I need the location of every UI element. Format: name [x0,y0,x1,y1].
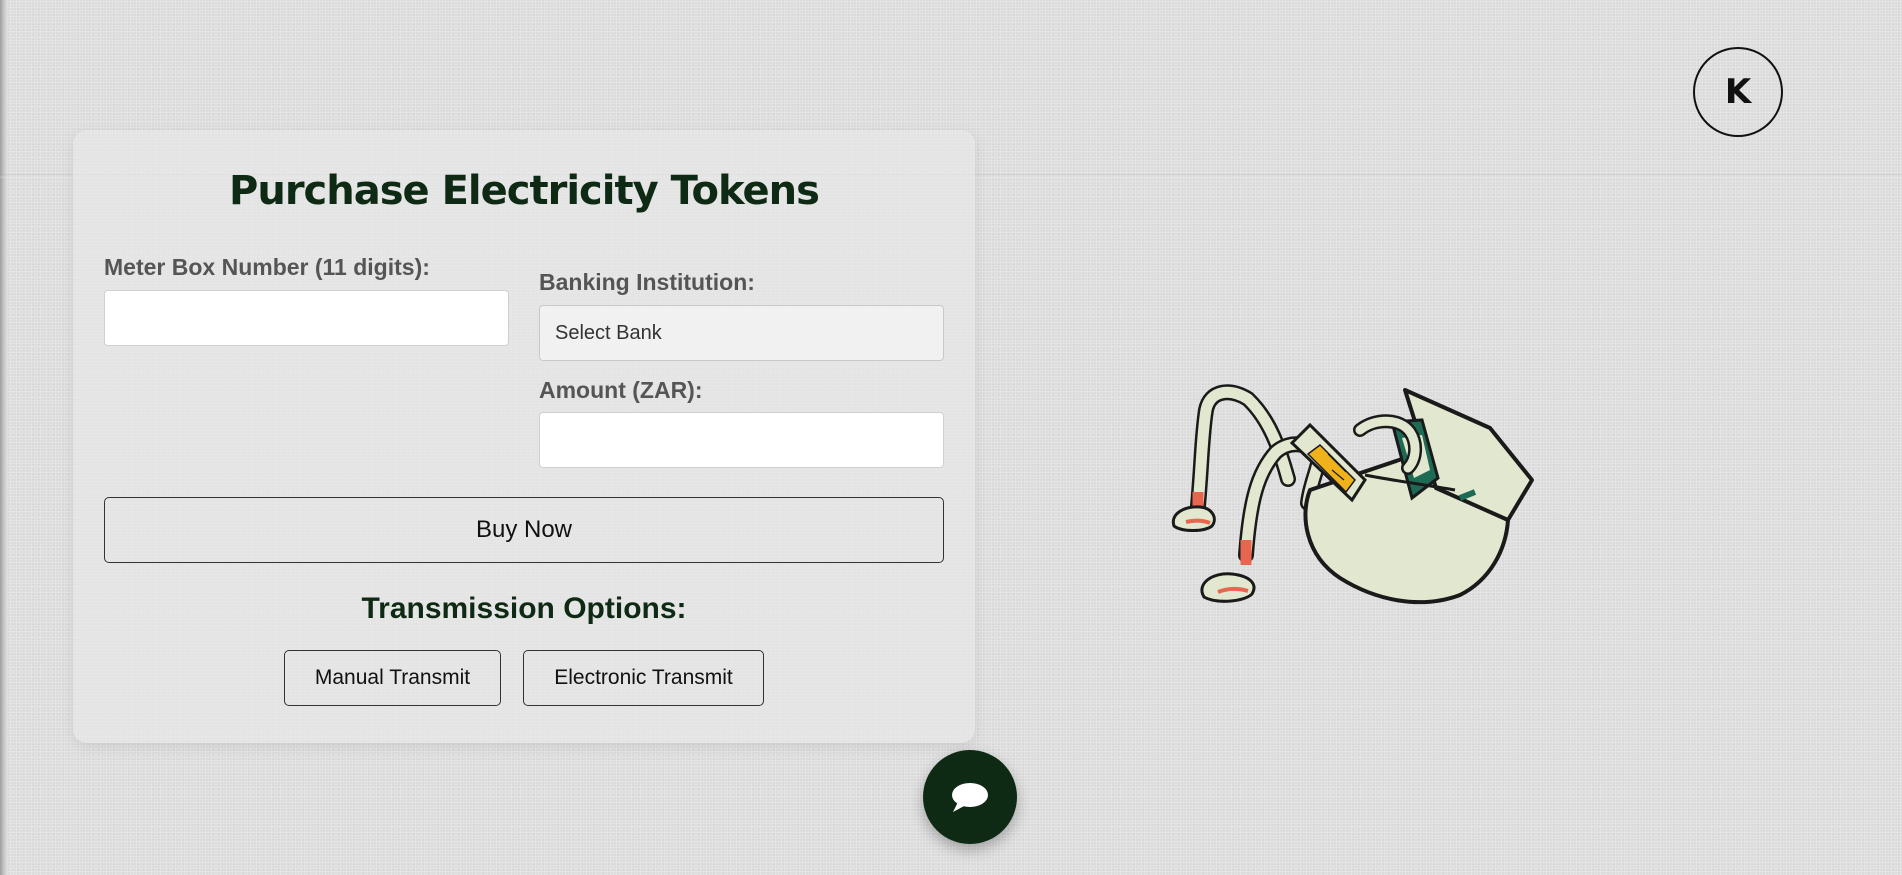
buy-now-button[interactable]: Buy Now [104,497,944,563]
bank-select-value: Select Bank [555,321,662,344]
electricity-meter-mascot-icon [1171,384,1534,605]
logo-button[interactable]: K [1693,47,1783,137]
chat-bubble-icon [952,783,988,812]
amount-label: Amount (ZAR): [539,377,703,403]
bank-label: Banking Institution: [539,269,755,295]
electronic-transmit-button[interactable]: Electronic Transmit [523,650,764,706]
logo-letter: K [1724,72,1752,112]
amount-input[interactable] [539,412,944,468]
manual-transmit-button[interactable]: Manual Transmit [284,650,501,706]
form-title: Purchase Electricity Tokens [229,168,820,214]
purchase-form-card: Purchase Electricity Tokens Meter Box Nu… [73,130,1017,844]
bank-select[interactable]: Select Bank [539,305,944,361]
meter-number-input[interactable] [104,290,509,346]
window-left-edge [0,0,8,875]
chat-button[interactable] [923,750,1017,844]
transmission-title: Transmission Options: [361,592,687,625]
meter-label: Meter Box Number (11 digits): [104,254,430,280]
